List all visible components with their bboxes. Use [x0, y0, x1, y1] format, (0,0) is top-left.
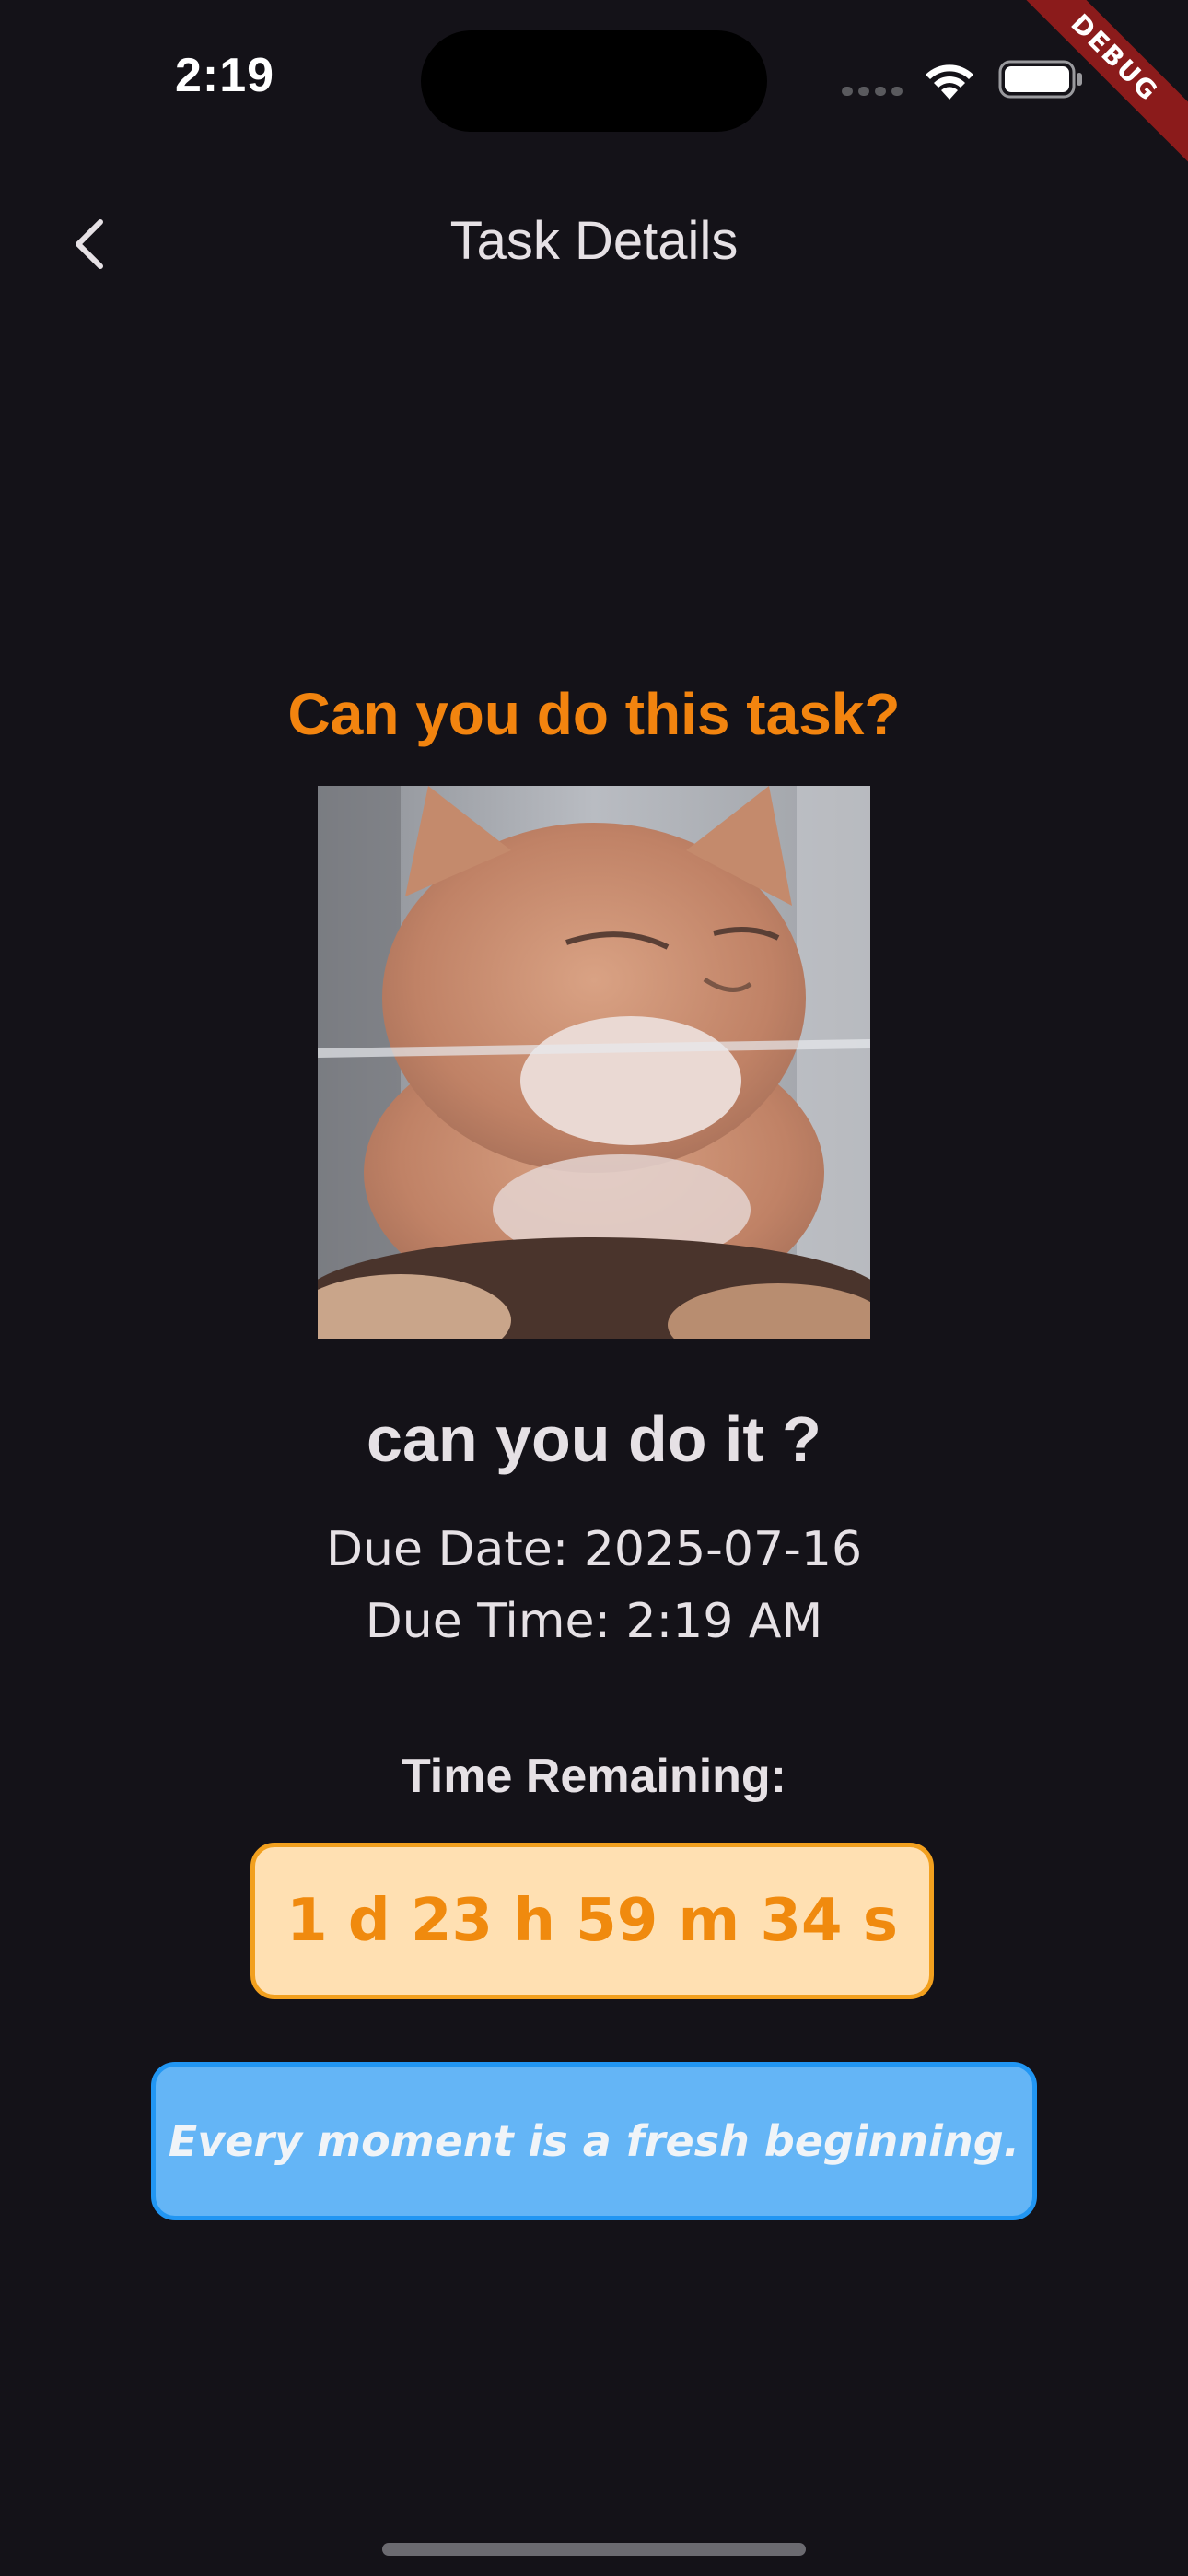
time-remaining-label: Time Remaining:: [401, 1750, 786, 1803]
cat-image: [318, 786, 870, 1339]
app-bar: Task Details: [0, 184, 1188, 304]
status-time: 2:19: [175, 49, 275, 102]
motivational-quote-box: Every moment is a fresh beginning.: [151, 2062, 1037, 2220]
home-indicator[interactable]: [382, 2543, 806, 2556]
status-bar: 2:19: [0, 0, 1188, 157]
page-title: Task Details: [449, 211, 739, 271]
due-date: Due Date: 2025-07-16: [325, 1522, 863, 1577]
battery-icon: [998, 60, 1082, 99]
dynamic-island: [421, 30, 767, 132]
task-title: can you do it ?: [367, 1403, 821, 1475]
task-prompt-heading: Can you do this task?: [287, 681, 901, 747]
countdown-box: 1 d 23 h 59 m 34 s: [250, 1843, 934, 1999]
cellular-signal-icon: [842, 87, 903, 96]
due-time: Due Time: 2:19 AM: [365, 1594, 823, 1649]
motivational-quote: Every moment is a fresh beginning.: [168, 2116, 1020, 2166]
wifi-icon: [926, 64, 973, 100]
countdown-text: 1 d 23 h 59 m 34 s: [286, 1887, 898, 1955]
